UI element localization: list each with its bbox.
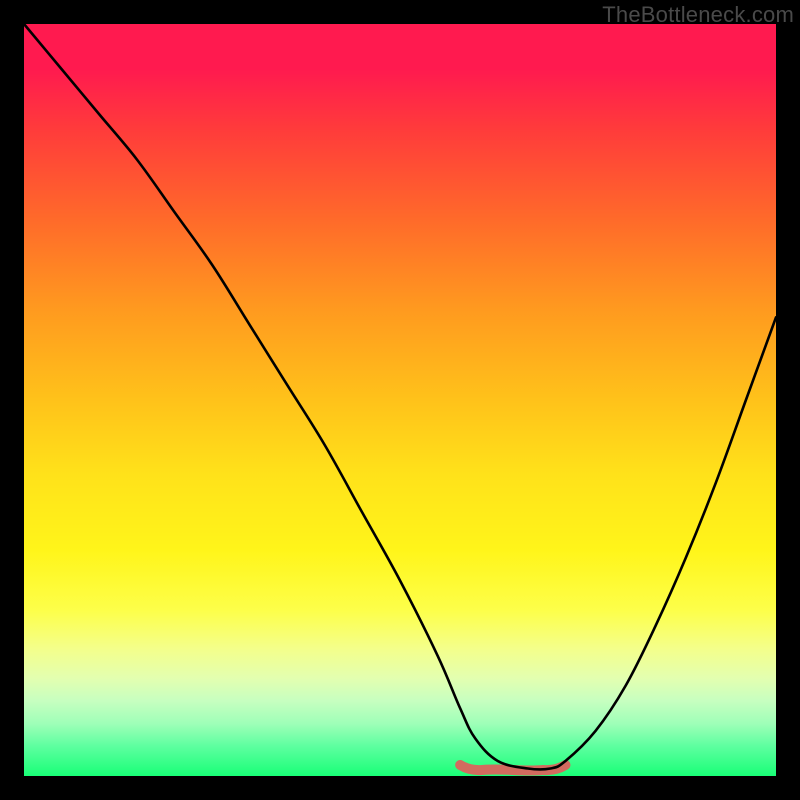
bottleneck-curve-line <box>24 24 776 769</box>
chart-stage: TheBottleneck.com <box>0 0 800 800</box>
plot-area <box>24 24 776 776</box>
curve-svg <box>24 24 776 776</box>
